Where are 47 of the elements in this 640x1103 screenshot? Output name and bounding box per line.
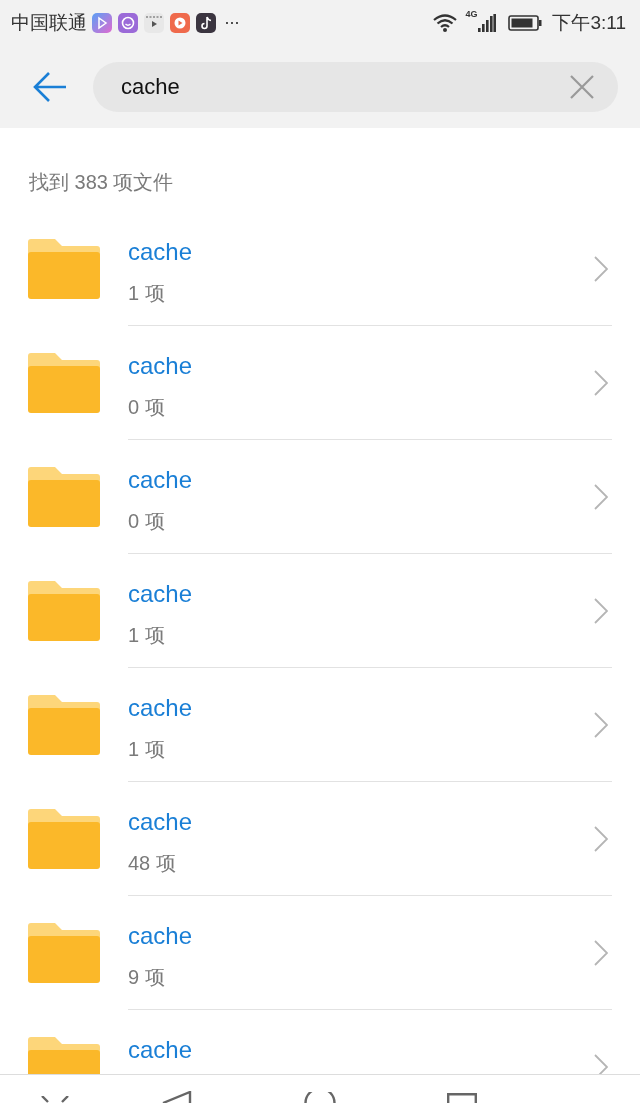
smiley-app-icon <box>118 12 138 33</box>
chevron-right-icon <box>594 483 608 510</box>
folder-name[interactable]: cache <box>128 351 193 381</box>
chevron-right-icon <box>594 369 608 396</box>
more-notifications-indicator: ··· <box>224 12 239 33</box>
chevron-right-icon <box>594 597 608 624</box>
item-count: 1 项 <box>128 737 165 761</box>
chevron-right-icon <box>594 1053 608 1074</box>
item-count: 0 项 <box>128 509 165 533</box>
folder-name[interactable]: cache <box>128 237 193 267</box>
battery-icon <box>508 14 543 31</box>
folder-name[interactable]: cache <box>128 921 193 951</box>
gradient-app-icon <box>92 12 112 33</box>
back-arrow-icon <box>33 70 67 103</box>
folder-name[interactable]: cache <box>128 1035 193 1065</box>
item-count: 48 项 <box>128 851 176 875</box>
clock-time: 下午3:11 <box>552 10 626 35</box>
wifi-icon <box>433 13 458 32</box>
folder-name[interactable]: cache <box>128 807 193 837</box>
item-count: 1 项 <box>128 623 165 647</box>
item-count: 9 项 <box>128 965 165 989</box>
folder-name[interactable]: cache <box>128 465 193 495</box>
folder-icon <box>28 809 100 869</box>
folder-icon <box>28 695 100 755</box>
chevron-right-icon <box>594 255 608 282</box>
music-note-app-icon <box>196 12 216 33</box>
folder-icon <box>28 581 100 641</box>
folder-name[interactable]: cache <box>128 693 193 723</box>
folder-icon <box>28 353 100 413</box>
chevron-right-icon <box>594 939 608 966</box>
folder-name[interactable]: cache <box>128 579 193 609</box>
network-type-label: 4G <box>465 9 478 19</box>
carrier-name: 中国联通 <box>11 10 87 35</box>
folder-icon <box>28 239 100 299</box>
close-icon <box>570 74 594 99</box>
video-play-icon <box>144 12 164 33</box>
folder-icon <box>28 923 100 983</box>
signal-strength-icon <box>478 13 497 32</box>
item-count: 1 项 <box>128 281 165 305</box>
chevron-right-icon <box>594 711 608 738</box>
item-count: 0 项 <box>128 395 165 419</box>
search-field[interactable]: cache <box>93 61 618 112</box>
folder-icon <box>28 467 100 527</box>
hide-keyboard-icon[interactable] <box>41 1096 69 1103</box>
result-count-text: 找到 383 项文件 <box>29 170 174 194</box>
play-circle-app-icon <box>170 12 190 33</box>
chevron-right-icon <box>594 825 608 852</box>
